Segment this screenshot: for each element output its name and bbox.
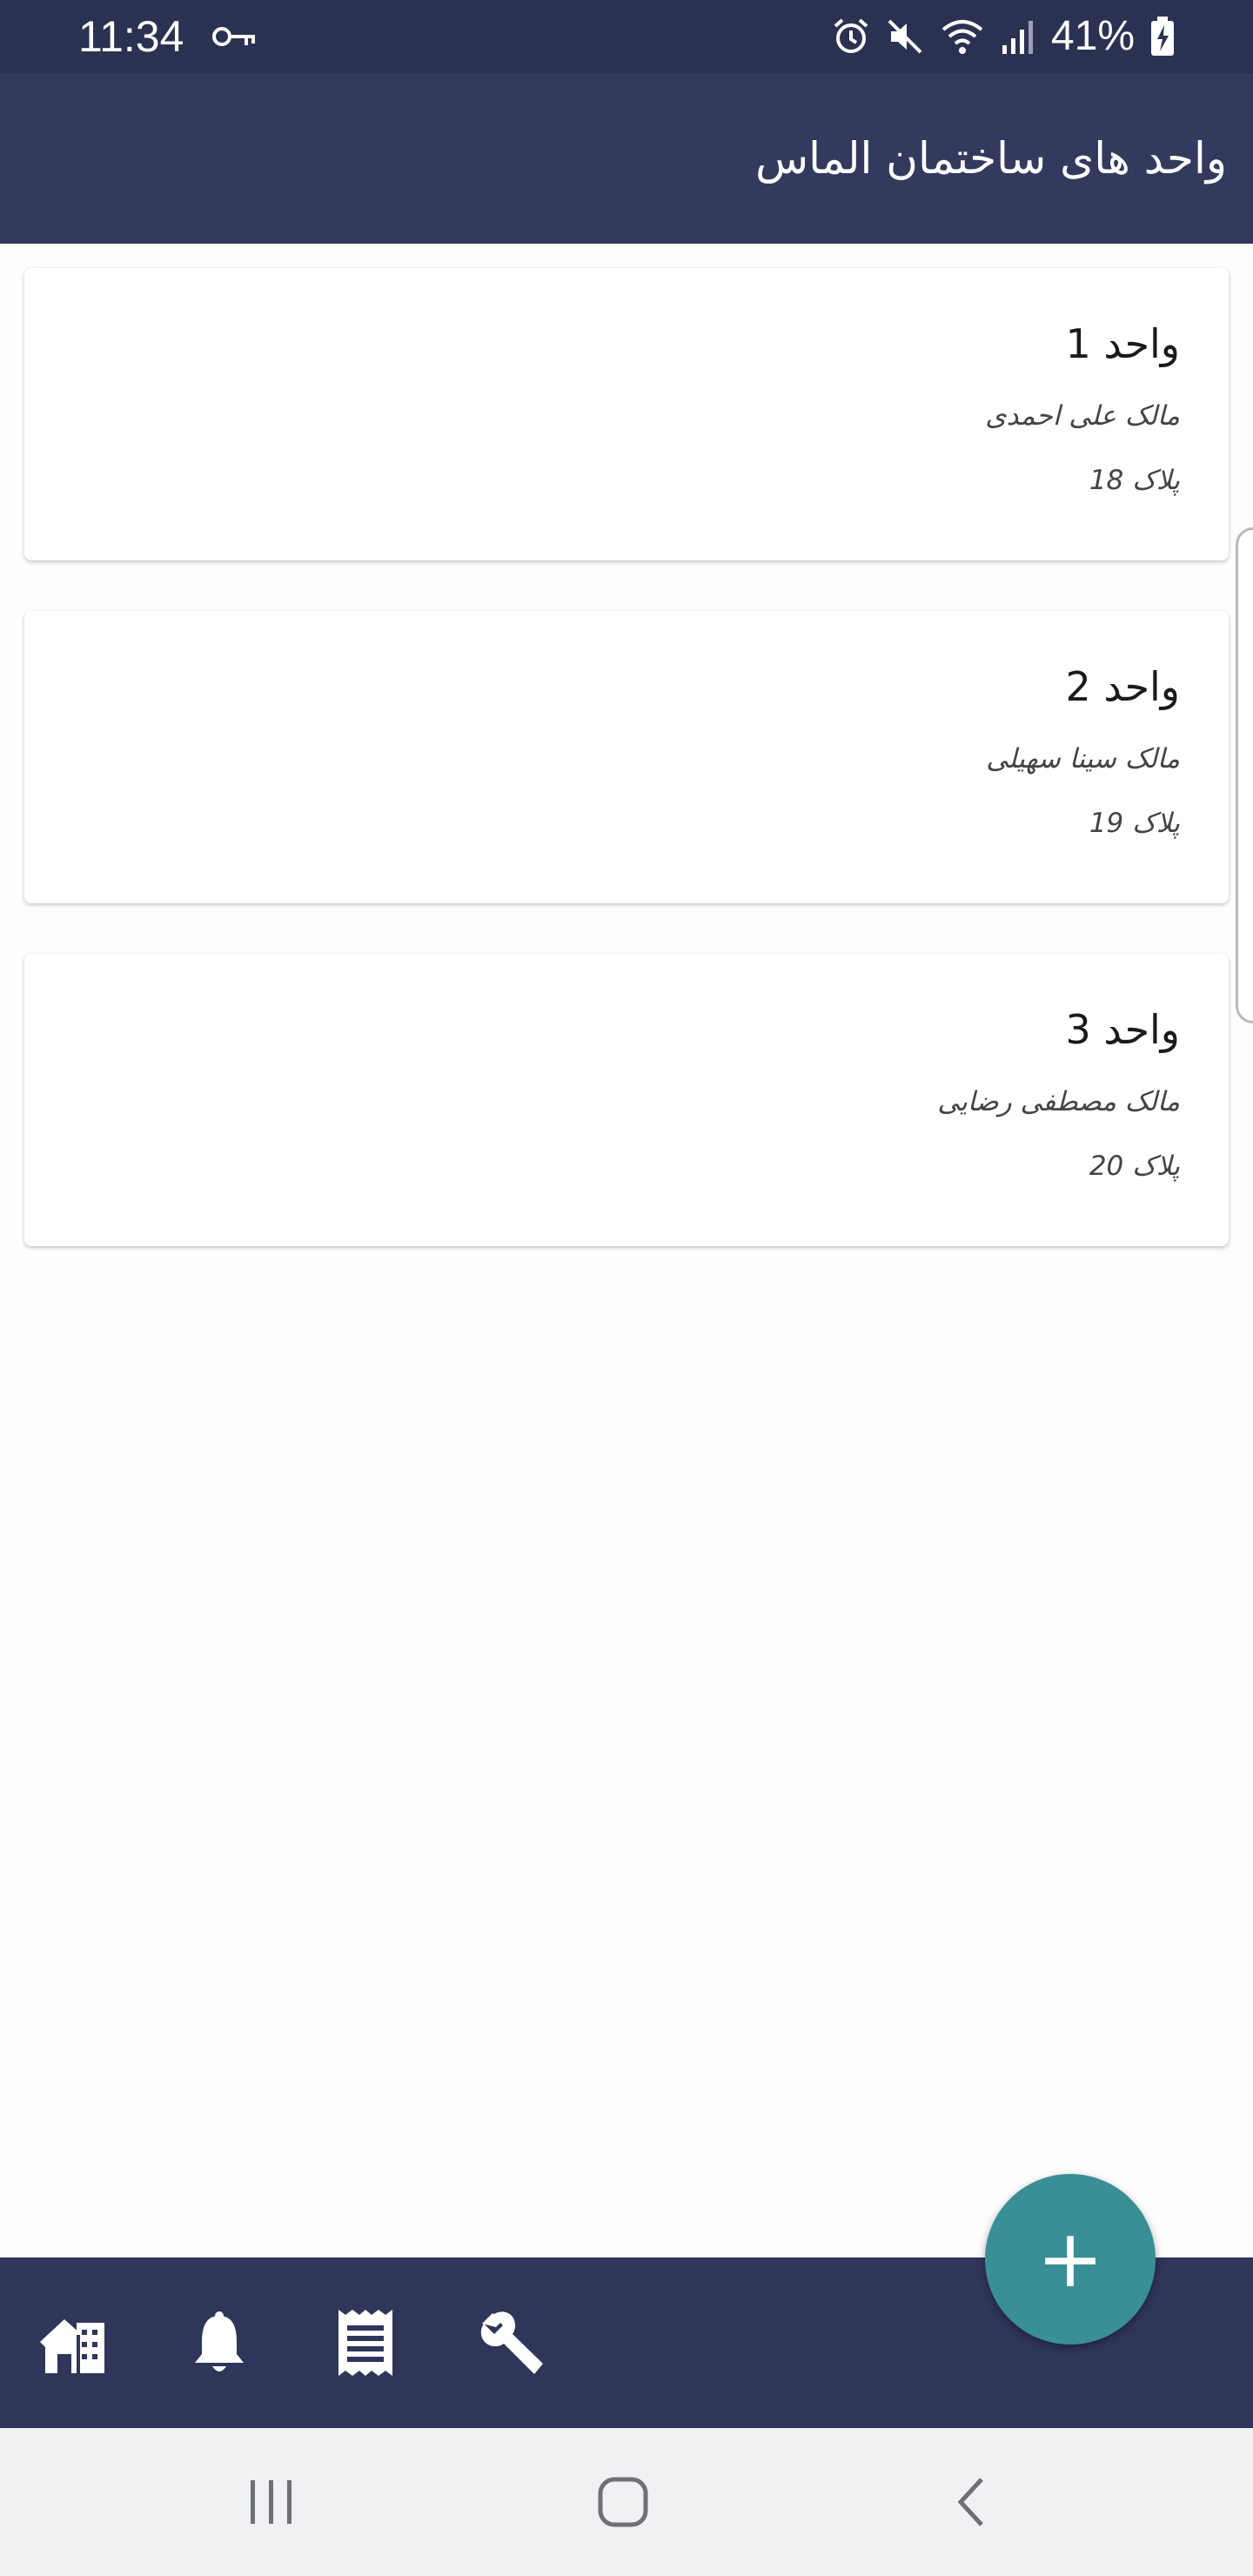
unit-owner: مالک سینا سهیلی	[986, 743, 1180, 775]
key-icon	[212, 27, 255, 46]
status-bar: 11:34 41%	[0, 0, 1253, 73]
recent-apps-button[interactable]	[202, 2428, 341, 2576]
mute-icon	[888, 19, 922, 54]
unit-card[interactable]: واحد 3 مالک مصطفی رضایی پلاک 20	[24, 954, 1229, 1246]
status-time: 11:34	[78, 12, 184, 61]
back-button[interactable]	[901, 2428, 1041, 2576]
bell-icon	[195, 2311, 244, 2371]
edge-panel-handle[interactable]	[1236, 527, 1253, 1023]
building-icon	[40, 2319, 104, 2373]
unit-title: واحد 3	[1065, 1006, 1180, 1053]
nav-services-button[interactable]	[442, 2257, 581, 2428]
unit-title: واحد 2	[1065, 663, 1180, 710]
system-nav-bar	[0, 2428, 1253, 2576]
battery-charging-icon	[1151, 17, 1174, 56]
page-title: واحد های ساختمان الماس	[755, 133, 1227, 184]
unit-owner: مالک مصطفی رضایی	[937, 1086, 1180, 1117]
nav-receipts-button[interactable]	[296, 2257, 435, 2428]
receipt-icon	[338, 2310, 392, 2376]
unit-owner: مالک علی احمدی	[985, 400, 1180, 432]
unit-plate: پلاک 19	[1089, 808, 1180, 839]
unit-card[interactable]: واحد 2 مالک سینا سهیلی پلاک 19	[24, 611, 1229, 903]
wifi-icon	[941, 20, 983, 54]
unit-card[interactable]: واحد 1 مالک علی احمدی پلاک 18	[24, 268, 1229, 560]
home-button[interactable]	[553, 2428, 693, 2576]
nav-notifications-button[interactable]	[150, 2257, 289, 2428]
add-icon: +	[1036, 2212, 1104, 2305]
wrench-icon	[480, 2311, 543, 2374]
unit-plate: پلاک 18	[1089, 465, 1180, 496]
signal-icon	[1002, 21, 1033, 54]
battery-percent: 41%	[1050, 13, 1135, 59]
status-icons: 41%	[832, 12, 1175, 61]
nav-buildings-button[interactable]	[3, 2257, 143, 2428]
back-icon	[957, 2478, 983, 2526]
app-bar: واحد های ساختمان الماس	[0, 73, 1253, 244]
add-unit-button[interactable]: +	[985, 2174, 1156, 2345]
unit-plate: پلاک 20	[1089, 1150, 1180, 1182]
home-icon	[598, 2477, 648, 2527]
alarm-icon	[834, 18, 868, 53]
unit-title: واحد 1	[1065, 320, 1180, 367]
recent-apps-icon	[251, 2480, 291, 2524]
